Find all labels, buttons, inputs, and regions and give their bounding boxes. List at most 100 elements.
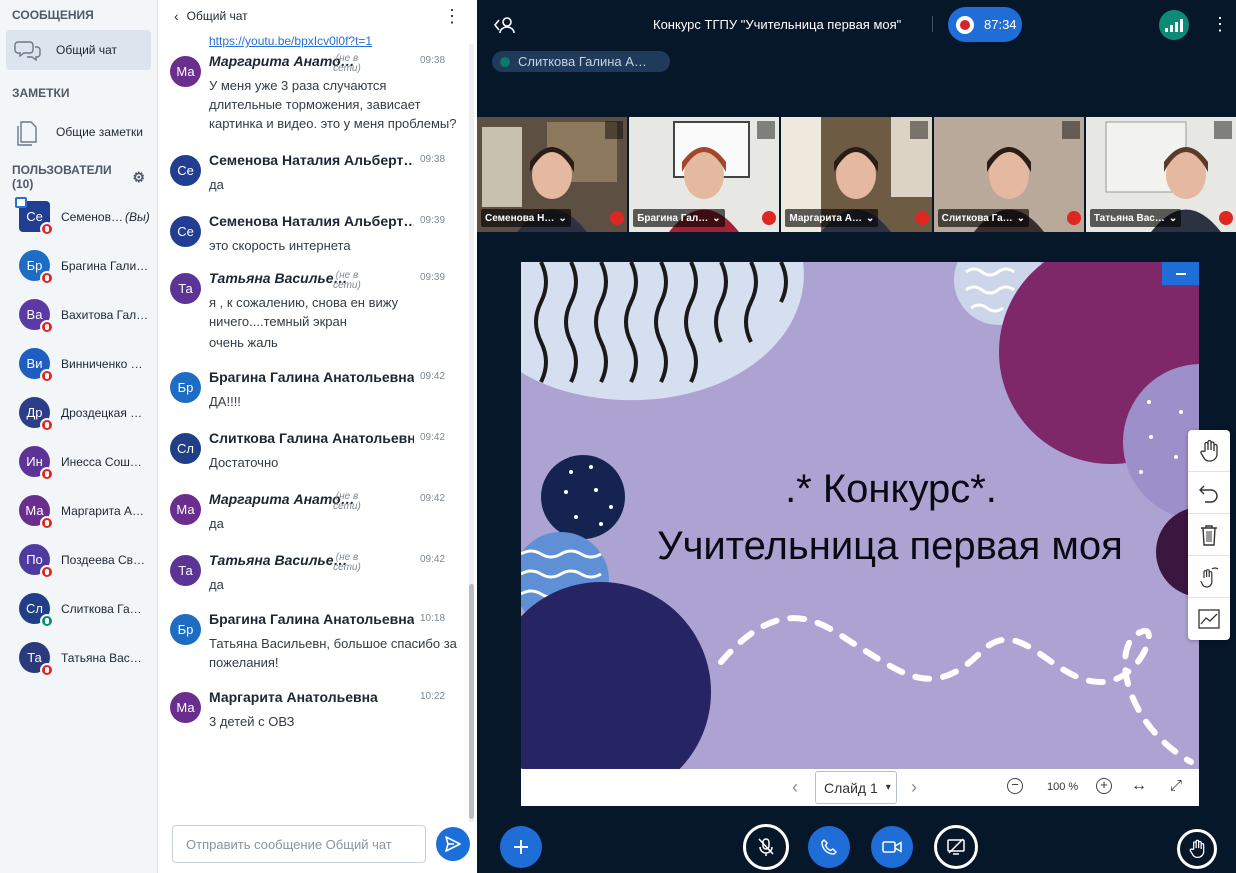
user-row[interactable]: Бр Брагина Гали… (0, 241, 157, 290)
shared-notes-nav[interactable]: Общие заметки (6, 112, 151, 152)
slide-selector[interactable]: Слайд 1 ▾ (815, 771, 897, 804)
user-name: Брагина Гали… (61, 258, 149, 273)
user-row[interactable]: Та Татьяна Вас… (0, 633, 157, 682)
user-list-toggle-icon[interactable] (493, 15, 515, 35)
notes-document-icon (17, 121, 37, 146)
user-row[interactable]: Ви Винниченко … (0, 339, 157, 388)
zoom-out-icon[interactable]: − (1007, 778, 1023, 794)
presentation-toolbar: ‹ Слайд 1 ▾ › − 100 % + ↔ ⤢ (521, 769, 1199, 806)
webcam-tile[interactable]: Брагина Гал… ⌄ (629, 117, 780, 232)
action-bar (477, 824, 1236, 873)
avatar: Ин (19, 446, 54, 481)
user-name: Винниченко … (61, 356, 143, 371)
chat-header[interactable]: ‹ Общий чат ⋮ (158, 0, 477, 32)
webcam-tile[interactable]: Маргарита А… ⌄ (781, 117, 932, 232)
chat-scrollbar-thumb[interactable] (469, 584, 474, 819)
next-slide-icon[interactable]: › (911, 777, 917, 798)
avatar: Ма (170, 56, 201, 87)
message-author: Семенова Наталия Альберт… (209, 152, 414, 168)
message-text: У меня уже 3 раза случаются длительные т… (209, 78, 457, 131)
webcam-label[interactable]: Брагина Гал… ⌄ (633, 209, 725, 227)
avatar: Бр (170, 614, 201, 645)
offline-status: (не в сети) (333, 53, 361, 74)
message-text: ДА!!!! (209, 394, 241, 409)
zoom-in-icon[interactable]: + (1096, 778, 1112, 794)
user-name: Семенов… (61, 209, 123, 224)
webcam-label[interactable]: Семенова Н… ⌄ (481, 209, 571, 227)
avatar: Бр (170, 372, 201, 403)
chat-message: Бр Брагина Галина Анатольевна 10:18 Татьяна… (158, 610, 472, 672)
message-time: 09:38 (420, 154, 446, 165)
message-time: 10:22 (420, 691, 446, 702)
connection-status-icon[interactable] (1159, 10, 1189, 40)
avatar: Ма (19, 495, 54, 530)
microphone-muted-icon (40, 663, 54, 677)
webcam-label[interactable]: Маргарита А… ⌄ (785, 209, 879, 227)
message-text: очень жаль (209, 335, 278, 350)
user-name: Дроздецкая … (61, 405, 143, 420)
user-row[interactable]: Се Семенов… (Вы) (0, 192, 157, 241)
avatar: По (19, 544, 54, 579)
fit-width-icon[interactable]: ↔ (1131, 777, 1147, 795)
user-row[interactable]: Ва Вахитова Гал… (0, 290, 157, 339)
mute-microphone-button[interactable] (743, 824, 789, 870)
recording-time: 87:34 (984, 17, 1017, 32)
chat-scrollbar[interactable] (469, 44, 474, 822)
message-author: Слиткова Галина Анатольевн (209, 430, 414, 446)
public-chat-nav[interactable]: Общий чат (6, 30, 151, 70)
webcam-label[interactable]: Татьяна Вас… ⌄ (1089, 209, 1182, 227)
avatar: Се (15, 197, 54, 236)
webcam-tile[interactable]: Татьяна Вас… ⌄ (1085, 117, 1236, 232)
hand-tool-icon[interactable] (1188, 430, 1230, 472)
avatar: Ма (170, 692, 201, 723)
presentation-slide: .* Конкурс*. Учительница первая моя (521, 262, 1199, 769)
send-button[interactable] (436, 827, 470, 861)
actions-plus-button[interactable] (500, 826, 542, 868)
chat-message: Ма Маргарита Анатольевна 10:22 3 детей с ОВ… (158, 688, 472, 731)
public-chat-label: Общий чат (56, 43, 117, 57)
avatar: Ви (19, 348, 54, 383)
chat-message-input[interactable]: Отправить сообщение Общий чат (172, 825, 426, 863)
leave-audio-button[interactable] (808, 826, 850, 868)
chat-message: Се Семенова Наталия Альберт… 09:38 да (158, 151, 472, 194)
webcam-tile[interactable]: Семенова Н… ⌄ (477, 117, 628, 232)
message-author: Брагина Галина Анатольевна (209, 611, 414, 627)
gear-icon[interactable]: ⚙ (132, 169, 145, 186)
chart-icon[interactable] (1188, 598, 1230, 640)
share-screen-button[interactable] (934, 825, 978, 869)
avatar-initials: Ви (26, 356, 43, 371)
avatar-initials: Бр (26, 258, 43, 273)
options-menu-icon[interactable]: ⋮ (1211, 14, 1229, 35)
fullscreen-icon[interactable] (1061, 121, 1080, 139)
avatar-initials: Др (26, 405, 43, 420)
user-row[interactable]: Ма Маргарита А… (0, 486, 157, 535)
slide-decoration (521, 262, 1199, 769)
chat-options-icon[interactable]: ⋮ (443, 7, 461, 25)
user-row[interactable]: Сл Слиткова Га… (0, 584, 157, 633)
recording-indicator[interactable]: 87:34 (948, 7, 1022, 42)
webcam-tile[interactable]: Слиткова Га… ⌄ (933, 117, 1084, 232)
fullscreen-icon[interactable] (1214, 121, 1233, 139)
minimize-presentation-button[interactable] (1162, 262, 1199, 285)
raise-hand-button[interactable] (1177, 829, 1217, 869)
chevron-left-icon[interactable]: ‹ (174, 8, 179, 24)
fullscreen-icon[interactable] (909, 121, 928, 139)
avatar: Та (170, 273, 201, 304)
chat-link[interactable]: https://youtu.be/bpxIcv0l0f?t=1 (158, 34, 472, 48)
user-row[interactable]: Ин Инесса Сош… (0, 437, 157, 486)
webcam-label[interactable]: Слиткова Га… ⌄ (937, 209, 1030, 227)
avatar-initials: Бр (177, 622, 194, 637)
share-webcam-button[interactable] (871, 826, 913, 868)
record-dot-icon (956, 15, 974, 34)
fullscreen-icon[interactable]: ⤢ (1170, 777, 1182, 794)
user-row[interactable]: Др Дроздецкая … (0, 388, 157, 437)
talking-indicator[interactable]: Слиткова Галина А… (492, 51, 670, 72)
title-divider (932, 16, 933, 32)
user-row[interactable]: По Поздеева Св… (0, 535, 157, 584)
user-name: Поздеева Св… (61, 552, 146, 567)
previous-slide-icon[interactable]: ‹ (792, 777, 798, 798)
fullscreen-icon[interactable] (757, 121, 776, 139)
plus-icon (514, 840, 528, 854)
fullscreen-icon[interactable] (605, 121, 624, 139)
microphone-muted-icon (914, 211, 929, 225)
